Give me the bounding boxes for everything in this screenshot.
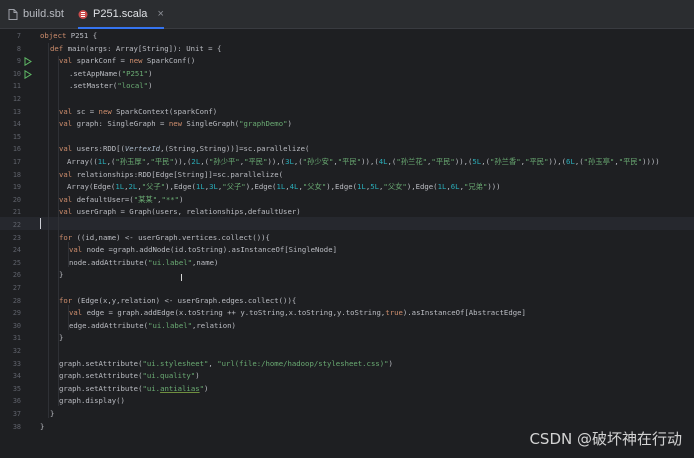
code-token: "平民" — [618, 157, 643, 166]
code-token: 5L — [370, 182, 380, 192]
code-token: ))) — [487, 182, 501, 192]
code-token: 6L — [566, 157, 575, 166]
close-icon[interactable]: × — [157, 8, 163, 20]
code-token: 2L — [191, 157, 201, 166]
code-token: "孙少安" — [302, 157, 334, 166]
code-editor[interactable]: 7 8 9 10 11 12 13 14 15 16 17 18 19 20 2… — [0, 29, 694, 458]
line-number: 18 — [12, 170, 21, 179]
code-token: "孙兰香" — [489, 157, 521, 166]
line-number: 7 — [16, 32, 21, 40]
code-token: ),Edge( — [245, 182, 277, 192]
indent-guide — [48, 43, 49, 418]
code-token: 1L — [276, 182, 286, 192]
code-token: ,( — [574, 157, 584, 166]
code-token: 1L — [195, 182, 205, 192]
code-token: 1L — [357, 182, 366, 192]
code-token: "平民" — [525, 157, 549, 166]
code-token: )))) — [642, 157, 660, 166]
run-icon[interactable] — [24, 68, 32, 81]
line-number: 27 — [12, 284, 21, 292]
line-number: 23 — [12, 233, 21, 242]
mouse-ibeam-icon: Ⅰ — [180, 273, 183, 284]
code-token: "平民" — [244, 157, 268, 166]
code-token: )),( — [361, 157, 379, 166]
code-token: "平民" — [337, 157, 362, 166]
line-number: 33 — [12, 359, 21, 368]
line-number: 13 — [12, 107, 21, 116]
line-number: 14 — [12, 120, 21, 129]
code-token: )),( — [454, 157, 473, 166]
line-number: 38 — [12, 422, 21, 431]
code-token: "父女" — [302, 182, 327, 192]
line-number: 25 — [12, 258, 21, 267]
code-token: 5L — [472, 157, 482, 166]
line-number: 26 — [12, 271, 21, 280]
line-number: 19 — [12, 183, 21, 192]
code-token: 3L — [285, 157, 294, 166]
code-token: "兄弟" — [463, 182, 488, 192]
code-token: )),( — [173, 157, 192, 166]
code-token: "孙玉亭" — [583, 157, 615, 166]
line-number: 21 — [12, 208, 21, 217]
code-token: ),Edge( — [406, 182, 438, 192]
code-token: )),( — [267, 157, 286, 166]
file-icon — [8, 8, 18, 20]
line-number: 30 — [12, 321, 21, 330]
code-token: 6L — [450, 182, 460, 192]
line-number: 17 — [12, 158, 21, 166]
tab-p251-scala[interactable]: P251.scala × — [78, 0, 164, 29]
code-token: Array(Edge( — [67, 182, 116, 192]
code-token: ,( — [200, 157, 210, 166]
line-number: 11 — [12, 82, 21, 91]
code-token: "父子" — [222, 182, 246, 192]
code-token: "平民" — [150, 157, 174, 166]
code-token: Array(( — [67, 157, 98, 166]
line-number: 15 — [12, 132, 21, 141]
tab-build-sbt[interactable]: build.sbt — [8, 0, 64, 28]
line-number: 37 — [12, 410, 21, 418]
code-token: "平民" — [431, 157, 455, 166]
line-number: 10 — [12, 69, 21, 78]
code-token: 1L — [115, 182, 125, 192]
code-token: ,( — [293, 157, 303, 166]
line-number: 35 — [12, 384, 21, 393]
code-token: "孙兰花" — [396, 157, 428, 166]
line-number: 8 — [16, 44, 21, 53]
scala-file-icon — [78, 9, 88, 20]
line-number: 34 — [12, 372, 21, 381]
line-number: 31 — [12, 334, 21, 343]
run-icon[interactable] — [24, 55, 32, 68]
line-number: 12 — [12, 95, 21, 103]
line-number: 16 — [12, 145, 21, 154]
code-token: "孙少平" — [209, 157, 240, 166]
code-token: )),( — [548, 157, 567, 166]
line-number: 32 — [12, 347, 21, 355]
code-token: "父子" — [141, 182, 166, 192]
line-number: 9 — [16, 57, 21, 66]
code-token: ,( — [387, 157, 397, 166]
code-token: 2L — [128, 182, 138, 192]
code-token: "父女" — [383, 182, 407, 192]
code-token: "孙玉厚" — [115, 157, 147, 166]
line-number: 22 — [12, 221, 21, 229]
tab-label: P251.scala — [93, 8, 148, 20]
watermark: CSDN @破坏神在行动 — [529, 430, 682, 448]
text-caret — [40, 218, 41, 229]
code-token: ),Edge( — [326, 182, 358, 192]
code-token: 3L — [209, 182, 218, 192]
line-number: 28 — [12, 296, 21, 305]
tab-label: build.sbt — [23, 8, 64, 20]
code-token: ,( — [481, 157, 490, 166]
code-token: 1L — [97, 157, 107, 166]
code-token: 4L — [378, 157, 388, 166]
editor-tab-bar: build.sbt P251.scala × — [0, 0, 694, 29]
line-number: 24 — [12, 246, 21, 255]
code-token: ),Edge( — [165, 182, 196, 192]
line-number: 36 — [12, 397, 21, 406]
line-number: 20 — [12, 195, 21, 204]
line-number: 29 — [12, 309, 21, 318]
